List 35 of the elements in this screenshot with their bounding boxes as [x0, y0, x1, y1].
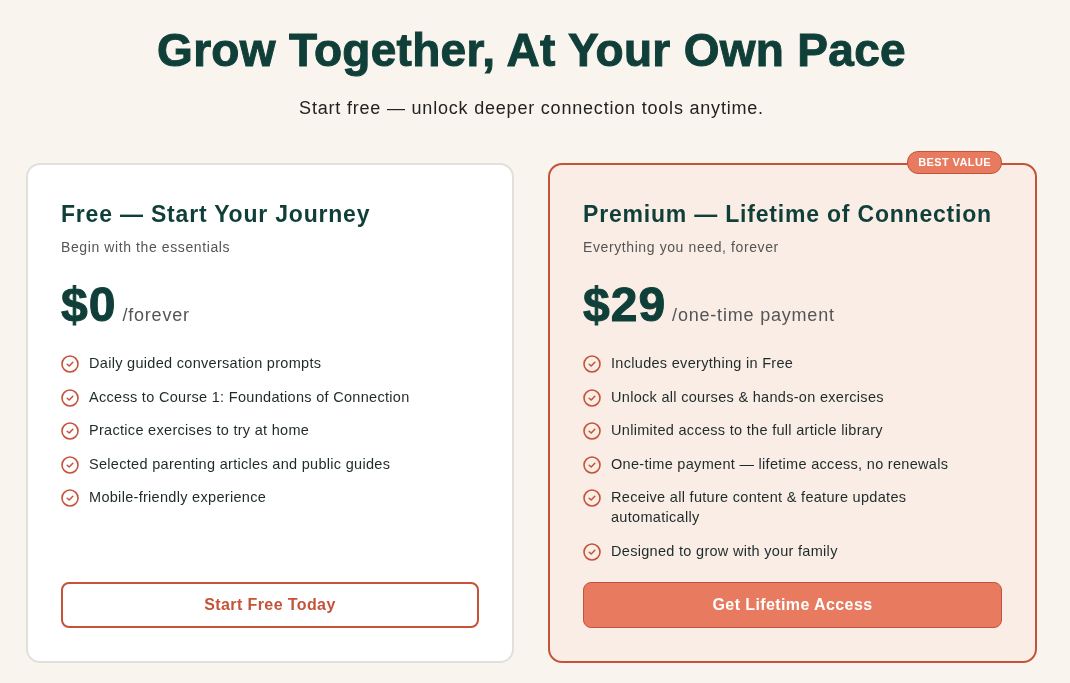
feature-text: Mobile-friendly experience [89, 488, 267, 507]
plan-subtitle: Begin with the essentials [61, 238, 232, 257]
check-circle-icon [583, 455, 601, 474]
best-value-badge: BEST VALUE [907, 151, 1002, 174]
check-circle-icon [583, 422, 601, 440]
page-title: Grow Together, At Your Own Pace [156, 24, 907, 76]
check-circle-icon [61, 455, 79, 474]
feature-text: Includes everything in Free [611, 354, 794, 373]
plan-price: $0 [61, 277, 117, 333]
check-circle-icon [583, 489, 601, 507]
plan-price: $29 [583, 277, 667, 333]
plan-cta-button[interactable]: Start Free Today [61, 582, 479, 628]
plan-subtitle: Everything you need, forever [583, 238, 780, 257]
page-subtitle: Start free — unlock deeper connection tools anytime. [298, 97, 765, 120]
check-circle-icon [583, 388, 601, 407]
check-circle-icon [61, 422, 79, 440]
feature-text: One-time payment — lifetime access, no renewals [611, 454, 949, 474]
check-circle-icon [61, 355, 79, 373]
feature-text: Practice exercises to try at home [89, 421, 310, 440]
plan-cta-button[interactable]: Get Lifetime Access [583, 582, 1002, 628]
feature-text: Selected parenting articles and public guides [89, 454, 391, 474]
check-circle-icon [61, 489, 79, 507]
feature-text: Unlimited access to the full article library [611, 421, 883, 440]
feature-text: Unlock all courses & hands-on exercises [611, 387, 884, 407]
feature-text: Receive all future content & feature updates automatically [611, 488, 908, 527]
price-period: /forever [122, 304, 190, 327]
price-period: /one-time payment [672, 304, 835, 327]
check-circle-icon [583, 542, 601, 561]
check-circle-icon [583, 355, 601, 373]
plan-title: Premium — Lifetime of Connection [583, 201, 993, 227]
check-circle-icon [61, 388, 79, 407]
plan-title: Free — Start Your Journey [61, 201, 372, 227]
feature-text: Designed to grow with your family [611, 541, 838, 561]
feature-text: Daily guided conversation prompts [89, 354, 322, 373]
feature-text: Access to Course 1: Foundations of Connection [89, 387, 410, 407]
